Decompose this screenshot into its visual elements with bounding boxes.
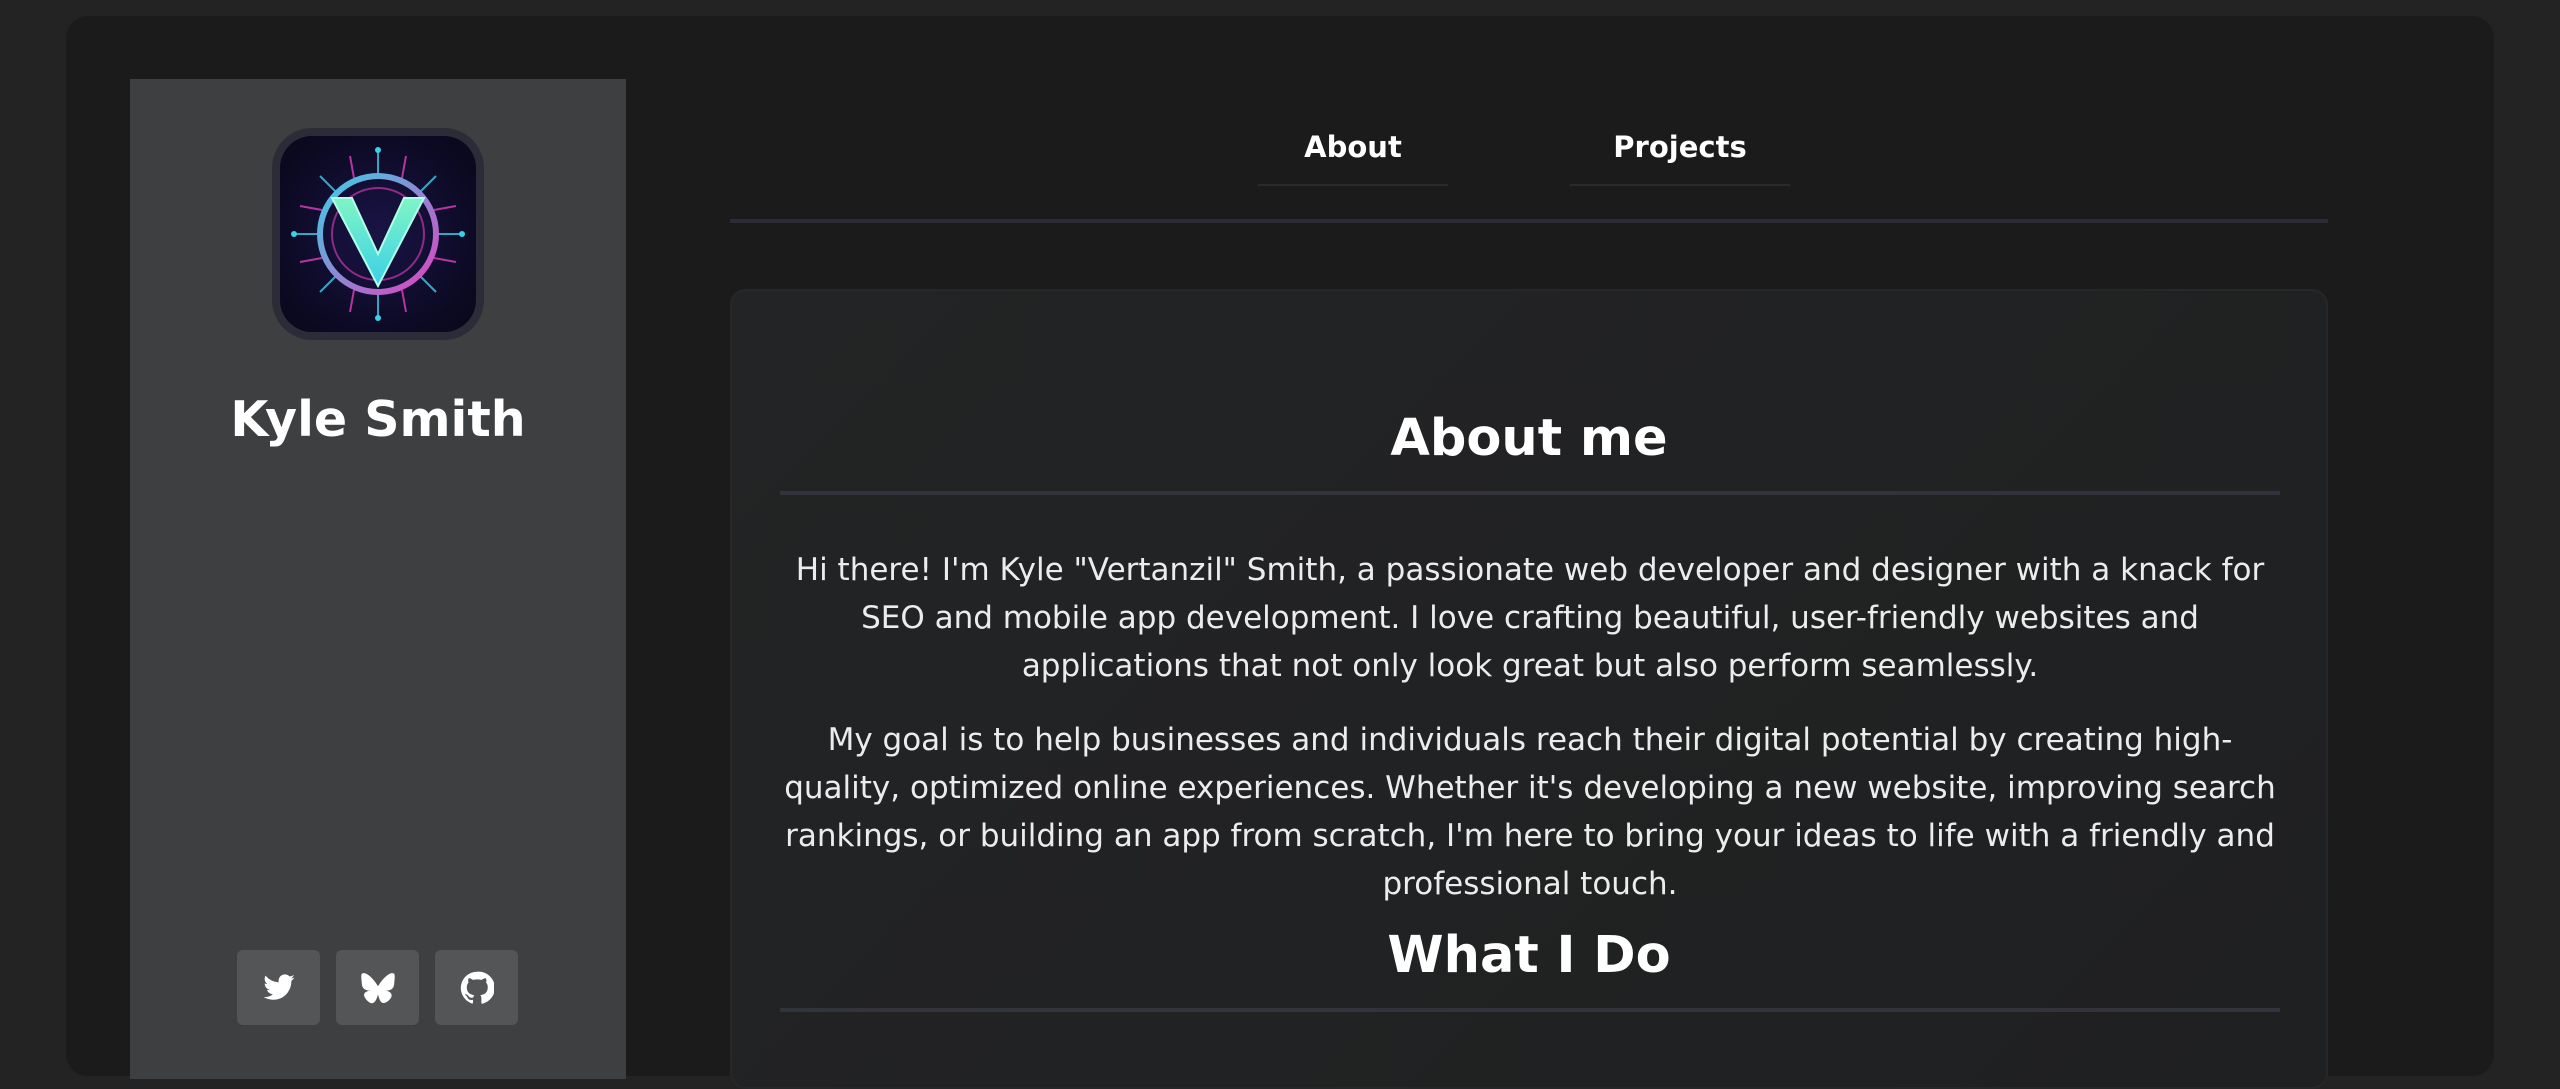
twitter-button[interactable] [237, 950, 320, 1025]
bluesky-button[interactable] [336, 950, 419, 1025]
about-card: About me Hi there! I'm Kyle "Vertanzil" … [730, 289, 2328, 1089]
about-title: About me [1390, 409, 1668, 468]
nav-about[interactable]: About [1258, 110, 1448, 186]
butterfly-icon [360, 972, 395, 1003]
twitter-icon [262, 973, 295, 1000]
logo-image [272, 128, 484, 340]
what-i-do-title: What I Do [1387, 926, 1671, 985]
nav-projects[interactable]: Projects [1570, 110, 1790, 186]
about-divider [780, 491, 2280, 495]
about-paragraph-2: My goal is to help businesses and indivi… [784, 722, 2276, 902]
github-button[interactable] [435, 950, 518, 1025]
social-links [237, 950, 518, 1025]
profile-name: Kyle Smith [230, 391, 526, 448]
what-i-do-divider [780, 1008, 2280, 1012]
nav-divider [730, 219, 2328, 223]
github-icon [460, 971, 494, 1004]
vertanzil-v-logo-icon [291, 147, 465, 321]
top-nav: About Projects [1258, 110, 1790, 186]
about-paragraph-1: Hi there! I'm Kyle "Vertanzil" Smith, a … [795, 552, 2265, 684]
profile-sidebar: Kyle Smith [130, 79, 626, 1079]
